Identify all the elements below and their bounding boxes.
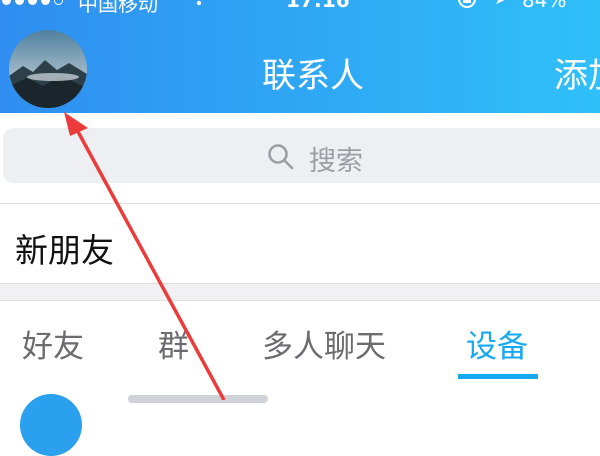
new-friends-row[interactable]: 新朋友 bbox=[0, 204, 600, 284]
tab-friends[interactable]: 好友 bbox=[22, 321, 84, 366]
contact-tabs: 好友 群 多人聊天 设备 bbox=[0, 301, 600, 381]
tab-multi-chat[interactable]: 多人聊天 bbox=[262, 321, 386, 366]
tab-devices[interactable]: 设备 bbox=[466, 321, 528, 366]
carrier-label: 中国移动 bbox=[78, 0, 158, 16]
search-input[interactable]: 搜索 bbox=[3, 128, 600, 183]
search-icon bbox=[268, 144, 294, 170]
rotation-lock-icon bbox=[458, 0, 476, 8]
search-placeholder: 搜索 bbox=[309, 146, 363, 177]
page-title: 联系人 bbox=[262, 56, 364, 96]
new-friends-label: 新朋友 bbox=[15, 231, 114, 270]
wifi-icon bbox=[196, 0, 202, 6]
avatar-image bbox=[9, 30, 87, 108]
avatar[interactable] bbox=[9, 30, 87, 108]
header: 中国移动 17:16 ➤ 84% 联 bbox=[0, 0, 600, 113]
status-time: 17:16 bbox=[286, 0, 350, 12]
list-item-avatar bbox=[20, 394, 82, 456]
tab-groups[interactable]: 群 bbox=[158, 321, 189, 366]
add-button[interactable]: 添加 bbox=[554, 48, 600, 97]
location-arrow-icon: ➤ bbox=[494, 0, 509, 9]
list-item[interactable] bbox=[0, 381, 600, 456]
status-bar: 中国移动 17:16 ➤ 84% bbox=[0, 0, 600, 16]
active-tab-indicator bbox=[458, 374, 538, 379]
list-item-text bbox=[128, 395, 268, 403]
section-gap bbox=[0, 284, 600, 300]
search-area: 搜索 bbox=[0, 113, 600, 203]
battery-percentage: 84% bbox=[522, 0, 567, 12]
signal-strength-icon bbox=[2, 0, 63, 5]
